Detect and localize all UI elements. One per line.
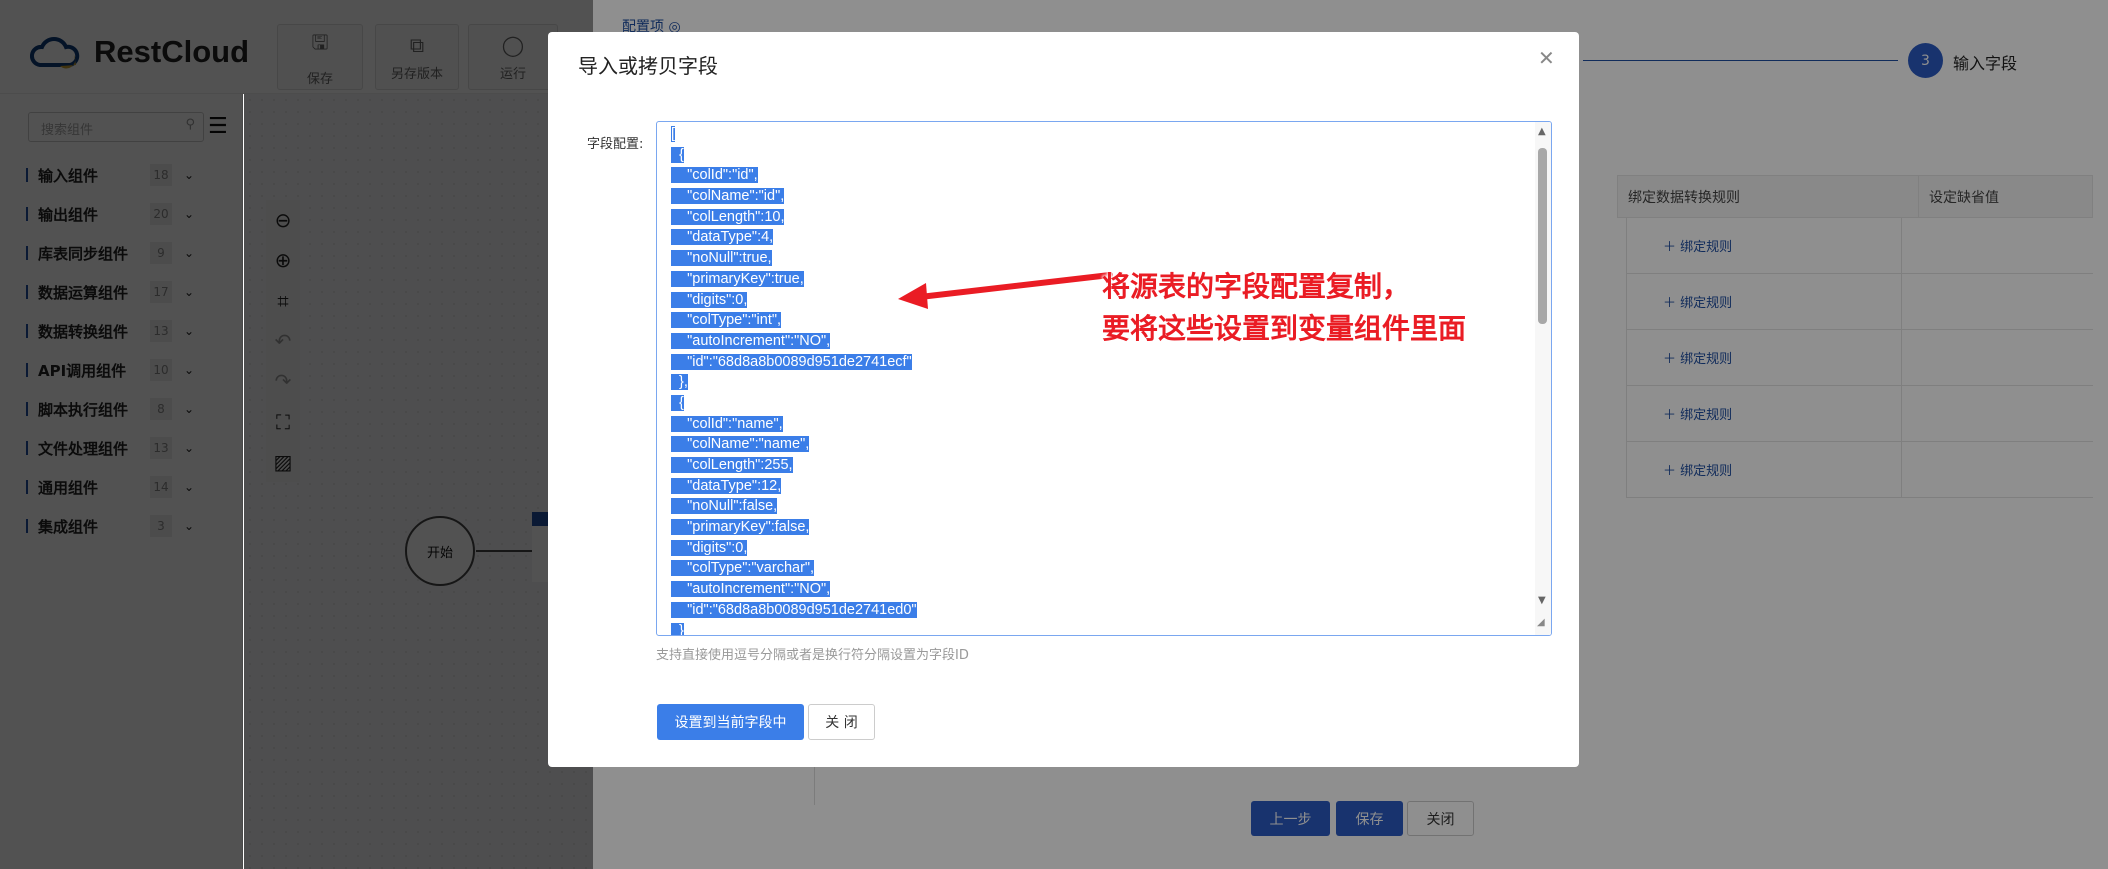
bind-rule-link[interactable]: ＋ 绑定规则 [1663,348,1732,367]
code-line: "colId":"id", [671,165,917,186]
code-line-text: "colId":"name", [671,415,783,432]
table-row: ＋ 绑定规则 [1626,442,2093,498]
code-line: { [671,145,917,166]
plus-icon: ＋ [1663,240,1681,255]
code-line: "id":"68d8a8b0089d951de2741ecf" [671,352,917,373]
code-line: "colName":"name", [671,434,917,455]
code-line-text: "dataType":12, [671,477,782,494]
default-value-cell[interactable] [1901,386,2094,442]
code-line: } [671,621,917,635]
plus-icon: ＋ [1663,296,1681,311]
code-line: "dataType":4, [671,227,917,248]
code-line-text: "colType":"varchar", [671,560,815,577]
resize-handle-icon[interactable]: ◢ [1537,617,1545,628]
import-fields-modal: 导入或拷贝字段 ✕ 字段配置: [ { "colId":"id", "colNa… [548,32,1579,767]
drawer-close-button[interactable]: 关闭 [1407,801,1474,836]
code-line-text: "digits":0, [671,539,748,556]
annotation-arrow [898,272,1113,309]
code-line: "colLength":255, [671,455,917,476]
code-content: [ { "colId":"id", "colName":"id", "colLe… [671,124,917,635]
code-line-text: "id":"68d8a8b0089d951de2741ed0" [671,601,917,618]
code-line: "digits":0, [671,538,917,559]
field-config-textarea[interactable]: [ { "colId":"id", "colName":"id", "colLe… [656,121,1552,636]
modal-title: 导入或拷贝字段 [578,54,718,78]
bind-rule-label: 绑定规则 [1680,408,1733,423]
code-line-text: "colType":"int", [671,312,782,329]
bind-rule-link[interactable]: ＋ 绑定规则 [1663,460,1732,479]
plus-icon: ＋ [1663,464,1681,479]
code-line-text: { [671,146,684,163]
drawer-save-button[interactable]: 保存 [1336,801,1403,836]
code-line-text: }, [671,374,688,391]
default-value-cell[interactable] [1901,218,2094,274]
table-row: ＋ 绑定规则 [1626,330,2093,386]
code-line: "dataType":12, [671,476,917,497]
table-row: ＋ 绑定规则 [1626,218,2093,274]
code-line: [ [671,124,917,145]
hint-text: 支持直接使用逗号分隔或者是换行符分隔设置为字段ID [656,648,969,663]
code-line-text: "autoIncrement":"NO", [671,581,831,598]
code-line-text: "id":"68d8a8b0089d951de2741ecf" [671,353,912,370]
code-line-text: "colId":"id", [671,167,758,184]
code-line-text: "autoIncrement":"NO", [671,332,831,349]
code-line-text: "dataType":4, [671,229,774,246]
code-line-text: "primaryKey":true, [671,270,804,287]
code-line-text: "colLength":255, [671,457,793,473]
annotation-line-1: 将源表的字段配置复制， [1102,270,1411,303]
bind-rule-label: 绑定规则 [1680,352,1733,367]
code-line: "colId":"name", [671,414,917,435]
bind-rule-label: 绑定规则 [1680,464,1733,479]
code-line: "primaryKey":false, [671,517,917,538]
code-line-text: "colName":"name", [671,436,810,453]
field-config-label: 字段配置: [587,137,644,152]
code-line: "id":"68d8a8b0089d951de2741ed0" [671,600,917,621]
default-value-cell[interactable] [1901,442,2094,498]
close-icon[interactable]: ✕ [1538,46,1555,70]
textarea-scrollbar[interactable]: ▲ ▼ ◢ [1535,122,1551,635]
table-row: ＋ 绑定规则 [1626,386,2093,442]
code-line: "colType":"varchar", [671,558,917,579]
table-header-rule: 绑定数据转换规则 [1617,175,1918,218]
table-row: ＋ 绑定规则 [1626,274,2093,330]
code-line-text: "noNull":true, [671,250,772,267]
default-value-cell[interactable] [1901,274,2094,330]
scroll-down-icon[interactable]: ▼ [1538,595,1546,606]
code-line-text: "colName":"id", [671,188,785,205]
code-line-text: "colLength":10, [671,208,785,225]
code-line-text: "digits":0, [671,291,748,308]
bind-rule-label: 绑定规则 [1680,240,1733,255]
code-line-text: "noNull":false, [671,498,778,515]
apply-to-fields-button[interactable]: 设置到当前字段中 [657,704,804,740]
prev-step-button[interactable]: 上一步 [1251,801,1330,836]
code-line: "autoIncrement":"NO", [671,331,917,352]
step-label: 输入字段 [1953,54,2018,73]
code-line-text: [ [671,126,676,142]
code-line: "autoIncrement":"NO", [671,579,917,600]
code-line: }, [671,372,917,393]
plus-icon: ＋ [1663,408,1681,423]
modal-close-button[interactable]: 关 闭 [808,704,875,740]
annotation-line-2: 要将这些设置到变量组件里面 [1102,312,1467,345]
step-line [1583,60,1898,61]
bind-rule-link[interactable]: ＋ 绑定规则 [1663,404,1732,423]
scrollbar-thumb[interactable] [1538,148,1547,324]
annotation-text: 将源表的字段配置复制， 要将这些设置到变量组件里面 [1102,266,1466,350]
default-value-cell[interactable] [1901,330,2094,386]
code-line: { [671,393,917,414]
plus-icon: ＋ [1663,352,1681,367]
code-line: "colLength":10, [671,207,917,228]
code-line-text: } [671,622,684,635]
table-header-default: 设定缺省值 [1918,175,2093,218]
scroll-up-icon[interactable]: ▲ [1538,126,1546,137]
code-line-text: { [671,394,684,411]
code-line: "noNull":false, [671,496,917,517]
bind-rule-label: 绑定规则 [1680,296,1733,311]
code-line-text: "primaryKey":false, [671,519,810,536]
bind-rule-link[interactable]: ＋ 绑定规则 [1663,236,1732,255]
code-line: "colName":"id", [671,186,917,207]
bind-rule-link[interactable]: ＋ 绑定规则 [1663,292,1732,311]
step-number: 3 [1908,43,1943,78]
